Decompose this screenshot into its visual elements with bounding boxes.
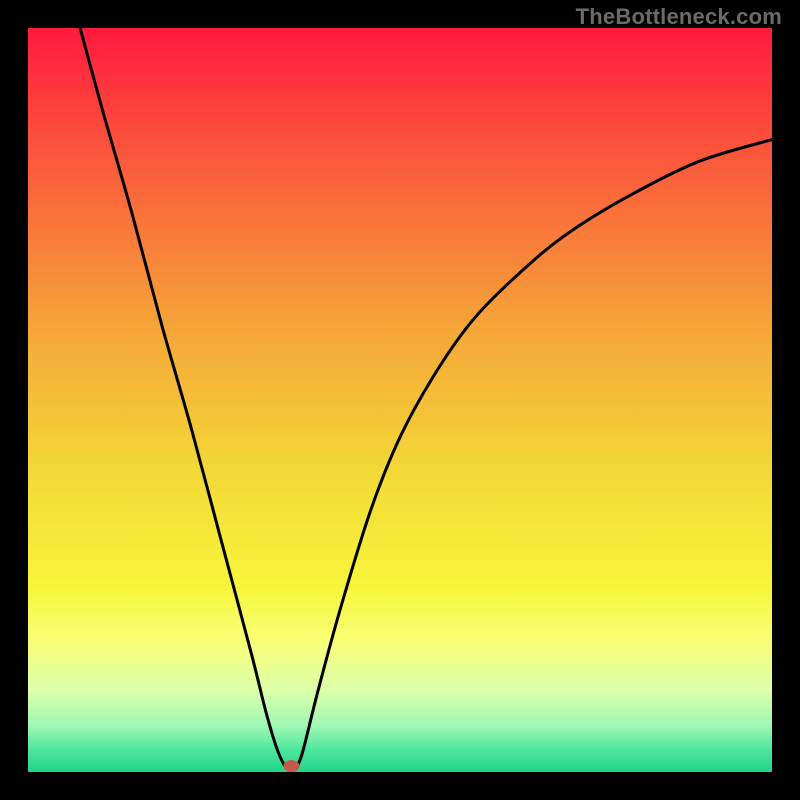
plot-area	[28, 28, 772, 772]
minimum-marker	[283, 760, 299, 772]
gradient-background	[28, 28, 772, 772]
chart-container: TheBottleneck.com	[0, 0, 800, 800]
chart-svg	[28, 28, 772, 772]
watermark-label: TheBottleneck.com	[576, 4, 782, 30]
